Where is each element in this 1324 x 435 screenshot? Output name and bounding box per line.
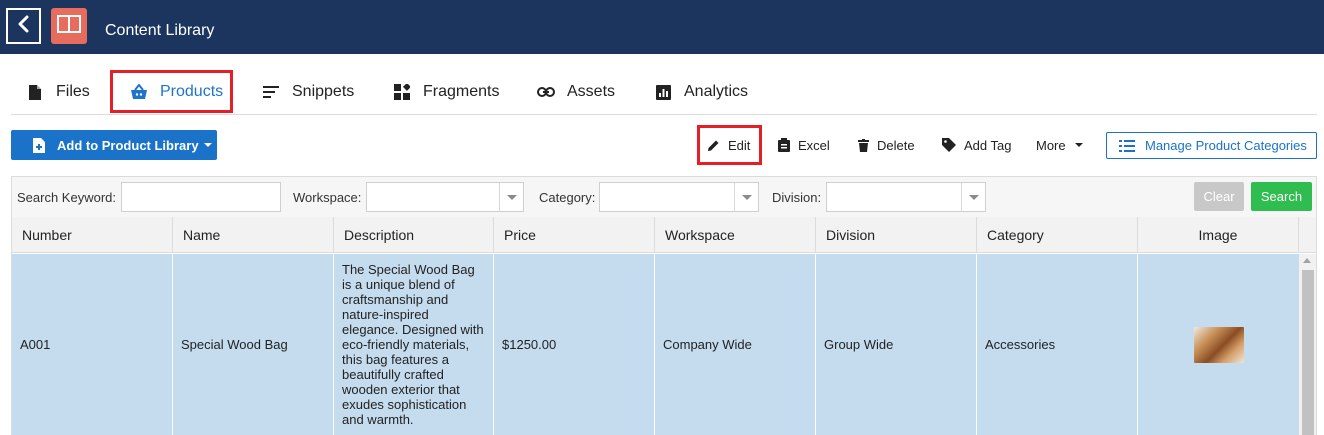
tag-icon — [942, 138, 956, 152]
workspace-select[interactable] — [366, 182, 524, 212]
tab-label: Analytics — [684, 83, 749, 100]
excel-label: Excel — [798, 137, 830, 153]
cell-workspace: Company Wide — [655, 254, 816, 435]
column-header-category[interactable]: Category — [977, 217, 1138, 253]
chevron-down-icon[interactable] — [961, 183, 985, 211]
list-icon — [1119, 139, 1135, 152]
column-header-image[interactable]: Image — [1138, 217, 1299, 253]
manage-label: Manage Product Categories — [1145, 138, 1307, 153]
manage-product-categories-button[interactable]: Manage Product Categories — [1106, 132, 1317, 159]
cell-description: The Special Wood Bag is a unique blend o… — [334, 254, 494, 435]
table-header: Number Name Description Price Workspace … — [12, 217, 1316, 253]
lines-icon — [262, 83, 280, 101]
back-button[interactable] — [6, 8, 41, 44]
excel-button[interactable]: Excel — [778, 135, 830, 155]
file-icon — [26, 83, 44, 101]
app-title: Content Library — [105, 22, 215, 39]
clipboard-icon — [778, 138, 790, 152]
content-library-logo — [51, 8, 87, 44]
column-header-price[interactable]: Price — [494, 217, 655, 253]
table-row[interactable]: A001 Special Wood Bag The Special Wood B… — [12, 254, 1299, 435]
filter-bar: Search Keyword: Workspace: Category: Div… — [11, 176, 1317, 218]
delete-button[interactable]: Delete — [858, 135, 915, 155]
link-icon — [537, 83, 555, 101]
clear-button[interactable]: Clear — [1194, 182, 1244, 211]
tab-label: Assets — [567, 83, 616, 100]
add-file-icon — [33, 137, 45, 153]
tab-label: Fragments — [423, 83, 500, 100]
chart-icon — [654, 83, 672, 101]
tab-analytics[interactable]: Analytics — [654, 70, 748, 114]
chevron-down-icon[interactable] — [499, 183, 523, 211]
workspace-label: Workspace: — [293, 190, 362, 205]
tab-label: Files — [56, 83, 90, 100]
more-label: More — [1036, 137, 1066, 153]
cell-category: Accessories — [977, 254, 1138, 435]
search-keyword-input[interactable] — [121, 182, 281, 212]
products-tab-highlight — [110, 70, 233, 113]
tab-snippets[interactable]: Snippets — [262, 70, 354, 114]
add-to-product-library-button[interactable]: Add to Product Library — [11, 130, 217, 160]
scrollbar-thumb[interactable] — [1302, 270, 1314, 435]
add-tag-label: Add Tag — [964, 137, 1012, 153]
vertical-scrollbar[interactable] — [1299, 254, 1316, 435]
delete-label: Delete — [877, 137, 915, 153]
fragments-icon — [393, 83, 411, 101]
book-icon — [57, 14, 81, 38]
tab-label: Snippets — [292, 83, 355, 100]
tab-files[interactable]: Files — [26, 70, 90, 114]
cell-name: Special Wood Bag — [173, 254, 334, 435]
column-header-description[interactable]: Description — [334, 217, 494, 253]
division-label: Division: — [772, 190, 822, 205]
add-button-label: Add to Product Library — [57, 137, 199, 153]
app-header: Content Library — [0, 0, 1324, 54]
column-header-division[interactable]: Division — [816, 217, 977, 253]
cell-image — [1138, 254, 1299, 435]
division-select[interactable] — [826, 182, 986, 212]
chevron-down-icon[interactable] — [734, 183, 758, 211]
scroll-up-icon[interactable] — [1303, 258, 1311, 263]
column-header-number[interactable]: Number — [12, 217, 173, 253]
tab-assets[interactable]: Assets — [537, 70, 615, 114]
caret-down-icon — [1074, 143, 1083, 147]
category-select[interactable] — [599, 182, 759, 212]
cell-number: A001 — [12, 254, 173, 435]
trash-icon — [858, 138, 869, 152]
cell-division: Group Wide — [816, 254, 977, 435]
product-thumbnail[interactable] — [1193, 326, 1244, 363]
chevron-left-icon — [17, 15, 31, 38]
search-keyword-label: Search Keyword: — [17, 190, 116, 205]
add-tag-button[interactable]: Add Tag — [942, 135, 1011, 155]
products-table: Number Name Description Price Workspace … — [11, 217, 1317, 435]
cell-price: $1250.00 — [494, 254, 655, 435]
tab-fragments[interactable]: Fragments — [393, 70, 499, 114]
search-button[interactable]: Search — [1251, 182, 1312, 211]
column-header-name[interactable]: Name — [173, 217, 334, 253]
more-dropdown[interactable]: More — [1036, 135, 1083, 155]
caret-down-icon — [203, 143, 212, 147]
column-header-workspace[interactable]: Workspace — [655, 217, 816, 253]
edit-button-highlight — [697, 125, 762, 165]
category-label: Category: — [539, 190, 596, 205]
